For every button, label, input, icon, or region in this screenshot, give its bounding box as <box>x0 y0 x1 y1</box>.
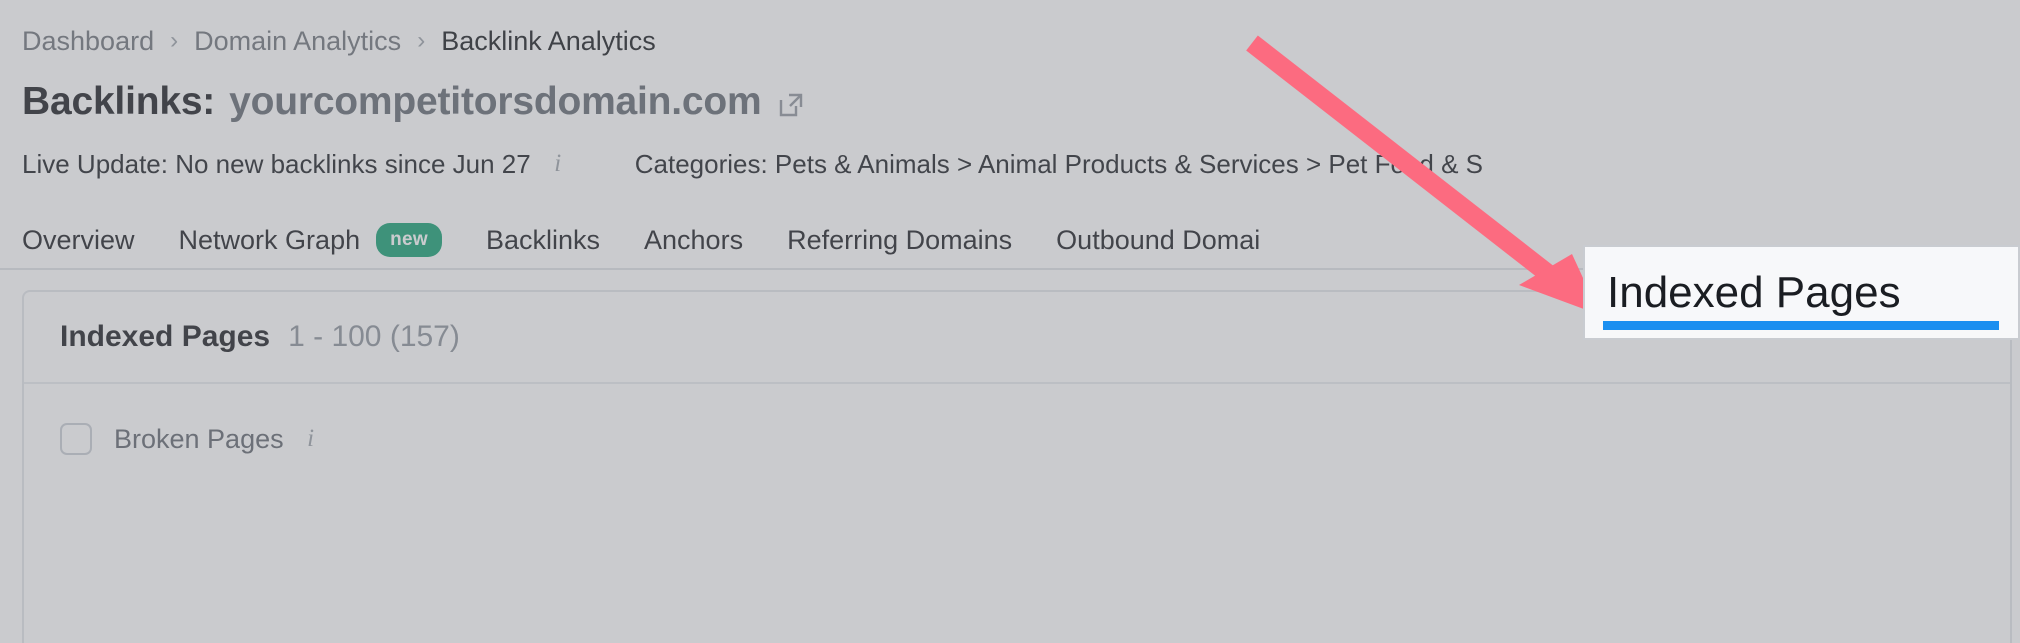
tab-outbound-domains[interactable]: Outbound Domai <box>1056 223 1260 257</box>
tab-label: Referring Domains <box>787 225 1013 255</box>
panel-header: Indexed Pages 1 - 100 (157) <box>24 292 2010 384</box>
breadcrumb: Dashboard › Domain Analytics › Backlink … <box>22 24 656 58</box>
tab-label: Network Graph <box>178 225 361 255</box>
tab-bar: Overview Network Graph new Backlinks Anc… <box>0 212 2020 270</box>
live-update-text: Live Update: No new backlinks since Jun … <box>22 149 531 179</box>
tab-overview[interactable]: Overview <box>22 223 135 257</box>
meta-row: Live Update: No new backlinks since Jun … <box>22 148 1483 180</box>
categories-text: Categories: Pets & Animals > Animal Prod… <box>634 149 1484 179</box>
info-icon[interactable]: i <box>547 150 569 177</box>
screenshot-root: Dashboard › Domain Analytics › Backlink … <box>0 0 2020 643</box>
breadcrumb-separator-icon: › <box>417 27 426 54</box>
tab-referring-domains[interactable]: Referring Domains <box>787 223 1012 257</box>
app-page: Dashboard › Domain Analytics › Backlink … <box>0 0 2020 643</box>
external-link-icon[interactable] <box>778 92 804 118</box>
broken-pages-checkbox[interactable] <box>60 423 92 455</box>
panel-result-count: 1 - 100 (157) <box>288 320 460 353</box>
page-title-domain: yourcompetitorsdomain.com <box>229 80 762 123</box>
info-icon[interactable]: i <box>300 425 322 452</box>
tab-backlinks[interactable]: Backlinks <box>486 223 600 257</box>
tab-network-graph[interactable]: Network Graph new <box>179 223 442 257</box>
breadcrumb-item-dashboard[interactable]: Dashboard <box>22 24 154 58</box>
tab-label: Anchors <box>644 225 744 255</box>
broken-pages-label[interactable]: Broken Pages <box>114 422 284 456</box>
page-title-prefix: Backlinks: <box>22 80 216 123</box>
page-title: Backlinks: yourcompetitorsdomain.com <box>22 78 804 126</box>
tab-label: Overview <box>22 225 135 255</box>
tab-label: Outbound Domai <box>1056 225 1261 255</box>
tab-label: Backlinks <box>485 225 601 255</box>
panel-title: Indexed Pages <box>60 320 271 353</box>
new-badge: new <box>376 223 442 257</box>
breadcrumb-item-domain-analytics[interactable]: Domain Analytics <box>194 24 401 58</box>
breadcrumb-separator-icon: › <box>170 27 179 54</box>
indexed-pages-panel: Indexed Pages 1 - 100 (157) Broken Pages… <box>22 290 2012 643</box>
filter-row: Broken Pages i <box>24 384 2010 494</box>
breadcrumb-item-backlink-analytics[interactable]: Backlink Analytics <box>441 24 656 58</box>
tab-anchors[interactable]: Anchors <box>644 223 743 257</box>
